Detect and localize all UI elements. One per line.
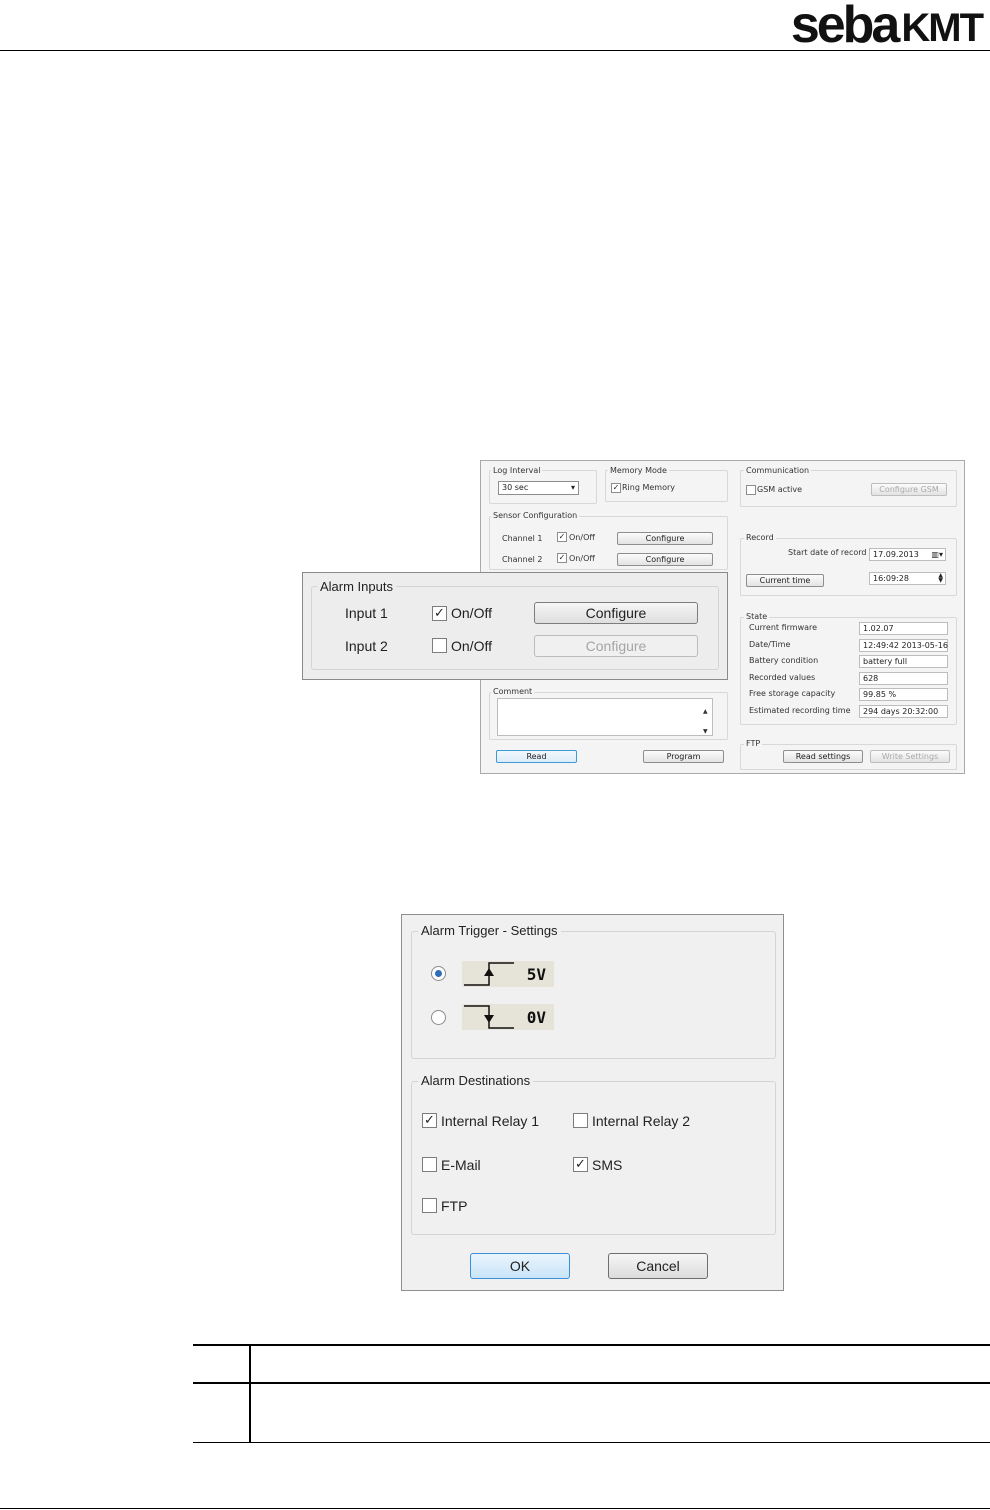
- scroll-arrows-icon[interactable]: ▲ ▼: [703, 702, 708, 742]
- ftp-label: FTP: [441, 1198, 468, 1214]
- channel-2-onoff-label: On/Off: [569, 554, 595, 563]
- alarm-inputs-title: Alarm Inputs: [317, 579, 396, 594]
- table-top-rule: [193, 1344, 990, 1346]
- spin-arrows-icon[interactable]: ▲ ▼: [938, 573, 943, 584]
- configure-gsm-button[interactable]: Configure GSM: [871, 483, 947, 496]
- gsm-active-checkbox[interactable]: [746, 485, 756, 495]
- state-value-datetime: 12:49:42 2013-05-16: [859, 639, 948, 652]
- ok-button[interactable]: OK: [470, 1253, 570, 1279]
- comment-textarea[interactable]: [497, 698, 713, 736]
- input-2-label: Input 2: [345, 638, 388, 654]
- table-column-divider: [249, 1344, 251, 1443]
- channel-1-label: Channel 1: [502, 534, 543, 543]
- state-title: State: [744, 612, 770, 621]
- alarm-destinations-title: Alarm Destinations: [418, 1073, 534, 1088]
- record-title: Record: [744, 533, 776, 542]
- channel-1-configure-button[interactable]: Configure: [617, 532, 713, 545]
- sebakmt-logo: seba KMT: [790, 0, 984, 54]
- email-checkbox[interactable]: [422, 1157, 437, 1172]
- state-value-firmware: 1.02.07: [859, 622, 948, 635]
- log-interval-title: Log Interval: [491, 466, 543, 475]
- gsm-active-label: GSM active: [757, 485, 803, 494]
- falling-edge-icon: 0V: [462, 1004, 554, 1030]
- alarm-trigger-group: [411, 931, 776, 1059]
- start-date-field[interactable]: 17.09.2013 ▥▾: [869, 548, 946, 561]
- alarm-trigger-title: Alarm Trigger - Settings: [418, 923, 561, 938]
- sensor-configuration-title: Sensor Configuration: [491, 511, 580, 520]
- state-label-battery: Battery condition: [749, 656, 819, 665]
- log-interval-value: 30 sec: [502, 483, 529, 492]
- email-label: E-Mail: [441, 1157, 481, 1173]
- logo-kmt-text: KMT: [901, 6, 984, 50]
- alarm-inputs-callout: Alarm Inputs Input 1 ✓ On/Off Configure …: [302, 572, 728, 680]
- alarm-inputs-group: [311, 586, 719, 670]
- state-label-recorded-values: Recorded values: [749, 673, 816, 682]
- ftp-checkbox[interactable]: [422, 1198, 437, 1213]
- logo-seba-text: seba: [790, 0, 901, 54]
- read-settings-button[interactable]: Read settings: [783, 750, 863, 763]
- communication-title: Communication: [744, 466, 812, 475]
- time-value: 16:09:28: [873, 574, 909, 583]
- memory-mode-title: Memory Mode: [608, 466, 669, 475]
- state-value-recorded-values: 628: [859, 672, 948, 685]
- input-2-onoff-label: On/Off: [451, 638, 492, 654]
- header-rule: [0, 50, 990, 51]
- state-value-battery: battery full: [859, 655, 948, 668]
- start-date-value: 17.09.2013: [873, 550, 919, 559]
- comment-title: Comment: [491, 687, 535, 696]
- state-label-free-storage: Free storage capacity: [749, 689, 836, 698]
- sms-checkbox[interactable]: ✓: [573, 1157, 588, 1172]
- internal-relay-2-label: Internal Relay 2: [592, 1113, 691, 1129]
- table-header-rule: [193, 1382, 990, 1384]
- state-value-recording-time: 294 days 20:32:00: [859, 705, 948, 718]
- trigger-0v-label: 0V: [526, 1008, 546, 1027]
- input-1-configure-button[interactable]: Configure: [534, 602, 698, 624]
- internal-relay-1-label: Internal Relay 1: [441, 1113, 540, 1129]
- write-settings-button[interactable]: Write Settings: [870, 750, 950, 763]
- input-2-checkbox[interactable]: [432, 638, 447, 653]
- input-1-label: Input 1: [345, 605, 388, 621]
- read-button[interactable]: Read: [496, 750, 577, 763]
- state-value-free-storage: 99.85 %: [859, 688, 948, 701]
- chevron-down-icon: ▾: [570, 483, 575, 492]
- log-interval-select[interactable]: 30 sec ▾: [498, 481, 579, 495]
- ftp-title: FTP: [744, 739, 763, 748]
- program-button[interactable]: Program: [643, 750, 724, 763]
- channel-2-configure-button[interactable]: Configure: [617, 553, 713, 566]
- alarm-trigger-dialog: Alarm Trigger - Settings 5V 0V Alarm Des…: [401, 914, 784, 1291]
- sms-label: SMS: [592, 1157, 623, 1173]
- trigger-5v-radio[interactable]: [431, 966, 446, 981]
- trigger-5v-label: 5V: [526, 965, 546, 984]
- state-label-recording-time: Estimated recording time: [749, 706, 851, 715]
- record-group: [740, 538, 957, 596]
- cancel-button[interactable]: Cancel: [608, 1253, 708, 1279]
- rising-edge-icon: 5V: [462, 961, 554, 987]
- time-field[interactable]: 16:09:28 ▲ ▼: [869, 572, 946, 585]
- current-time-button[interactable]: Current time: [746, 574, 824, 587]
- internal-relay-2-checkbox[interactable]: [573, 1113, 588, 1128]
- footer-rule: [0, 1508, 990, 1509]
- state-label-firmware: Current firmware: [749, 623, 818, 632]
- table-bottom-rule: [193, 1442, 990, 1443]
- input-1-onoff-label: On/Off: [451, 605, 492, 621]
- input-2-configure-button[interactable]: Configure: [534, 635, 698, 657]
- start-date-label: Start date of record: [788, 548, 867, 557]
- ring-memory-label: Ring Memory: [622, 483, 676, 492]
- trigger-0v-radio[interactable]: [431, 1010, 446, 1025]
- channel-2-checkbox[interactable]: ✓: [557, 553, 567, 563]
- calendar-icon[interactable]: ▥▾: [931, 549, 943, 560]
- internal-relay-1-checkbox[interactable]: ✓: [422, 1113, 437, 1128]
- channel-2-label: Channel 2: [502, 555, 543, 564]
- ring-memory-checkbox[interactable]: ✓: [611, 483, 621, 493]
- input-1-checkbox[interactable]: ✓: [432, 606, 447, 621]
- channel-1-checkbox[interactable]: ✓: [557, 532, 567, 542]
- state-label-datetime: Date/Time: [749, 640, 791, 649]
- channel-1-onoff-label: On/Off: [569, 533, 595, 542]
